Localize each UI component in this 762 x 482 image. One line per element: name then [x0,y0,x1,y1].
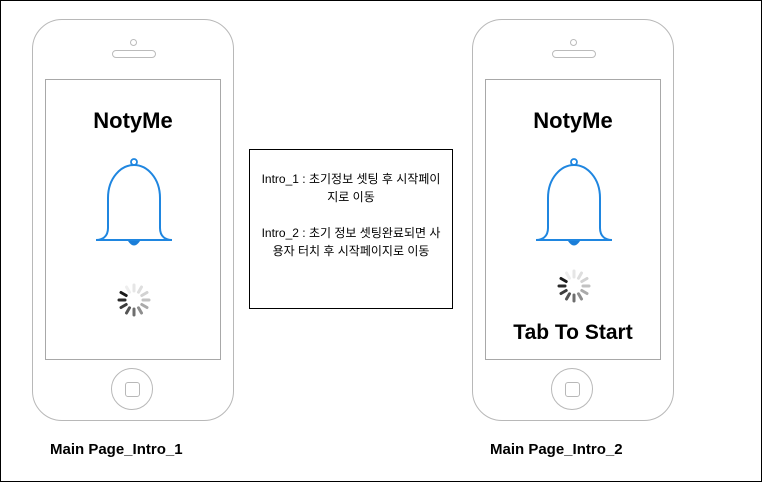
description-note-box: Intro_1 : 초기정보 셋팅 후 시작페이지로 이동 Intro_2 : … [249,149,453,309]
wireframe-canvas: NotyMe Intro_1: 초기정보 셋팅 후 시작페이지로 이동 Int… [0,0,762,482]
loading-spinner-icon [557,269,591,303]
phone-screen[interactable]: NotyMe Tab To Start [485,79,661,360]
speaker-slot [552,50,596,58]
tab-to-start-label[interactable]: Tab To Start [486,321,660,345]
camera-dot [570,39,577,46]
caption-intro-2: Main Page_Intro_2 [490,441,623,458]
home-button[interactable] [551,368,593,410]
loading-spinner-icon [117,283,151,317]
app-title: NotyMe [93,108,173,133]
phone-screen: NotyMe [45,79,221,360]
bell-icon [535,158,613,246]
speaker-slot [112,50,156,58]
app-title: NotyMe [533,108,613,133]
bell-icon [95,158,173,246]
home-button-square-icon [125,382,140,397]
camera-dot [130,39,137,46]
home-button-square-icon [565,382,580,397]
note-intro-2: Intro_2 : 초기 정보 셋팅완료되면 사용자 터치 후 시작페이지로 이… [261,226,441,258]
caption-intro-1: Main Page_Intro_1 [50,441,183,458]
note-intro-1: Intro_1 : 초기정보 셋팅 후 시작페이지로 이동 [261,172,441,204]
phone-mockup-intro-2: NotyMe Tab To Start [472,19,674,421]
phone-mockup-intro-1: NotyMe [32,19,234,421]
home-button[interactable] [111,368,153,410]
